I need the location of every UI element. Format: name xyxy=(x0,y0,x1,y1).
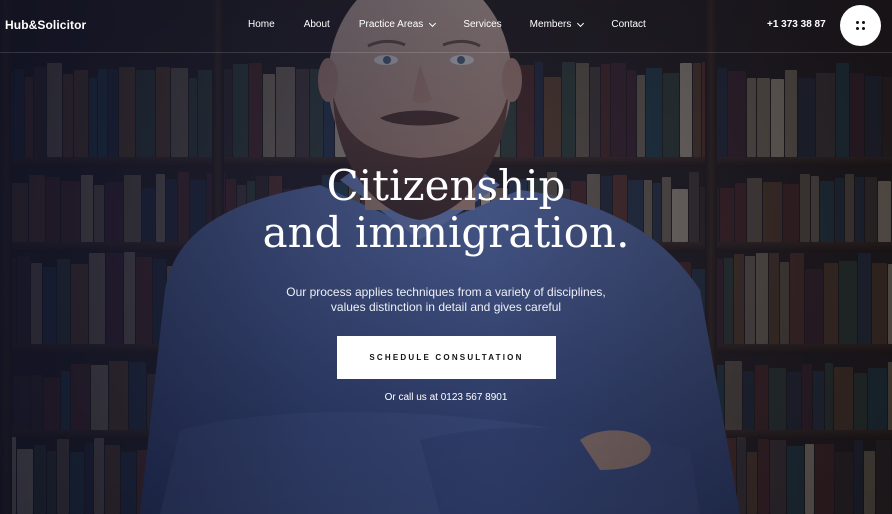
headline-line-2: and immigration. xyxy=(262,208,630,257)
nav-item-label: Contact xyxy=(611,19,646,30)
subtext-line-2: values distinction in detail and gives c… xyxy=(330,300,562,314)
schedule-consultation-button[interactable]: SCHEDULE CONSULTATION xyxy=(337,336,556,379)
nav-item-services[interactable]: Services xyxy=(463,19,501,30)
call-us-text[interactable]: Or call us at 0123 567 8901 xyxy=(0,392,892,403)
site-header: Hub&Solicitor Home About Practice Areas … xyxy=(0,0,892,53)
nav-item-home[interactable]: Home xyxy=(248,19,275,30)
nav-item-label: Home xyxy=(248,19,275,30)
site-logo[interactable]: Hub&Solicitor xyxy=(5,18,86,32)
nav-item-practice-areas[interactable]: Practice Areas xyxy=(358,19,437,30)
headline-line-1: Citizenship xyxy=(326,161,566,210)
nav-item-label: About xyxy=(303,19,330,30)
chevron-down-icon xyxy=(429,19,437,27)
chevron-down-icon xyxy=(577,19,585,27)
nav-item-label: Services xyxy=(463,19,502,30)
hero-headline: Citizenship and immigration. xyxy=(0,162,892,256)
hero-subtext: Our process applies techniques from a va… xyxy=(0,285,892,315)
nav-item-label: Members xyxy=(529,19,572,30)
nav-item-label: Practice Areas xyxy=(358,19,424,30)
subtext-line-1: Our process applies techniques from a va… xyxy=(286,285,606,299)
nav-item-about[interactable]: About xyxy=(304,19,330,30)
header-phone-link[interactable]: +1 373 38 87 xyxy=(767,19,826,30)
nav-item-contact[interactable]: Contact xyxy=(611,19,645,30)
main-nav: Home About Practice Areas Services Membe… xyxy=(248,19,646,30)
nav-item-members[interactable]: Members xyxy=(529,19,585,30)
vignette-overlay xyxy=(0,0,892,514)
hero-section: Hub&Solicitor Home About Practice Areas … xyxy=(0,0,892,514)
menu-button[interactable] xyxy=(840,5,881,46)
